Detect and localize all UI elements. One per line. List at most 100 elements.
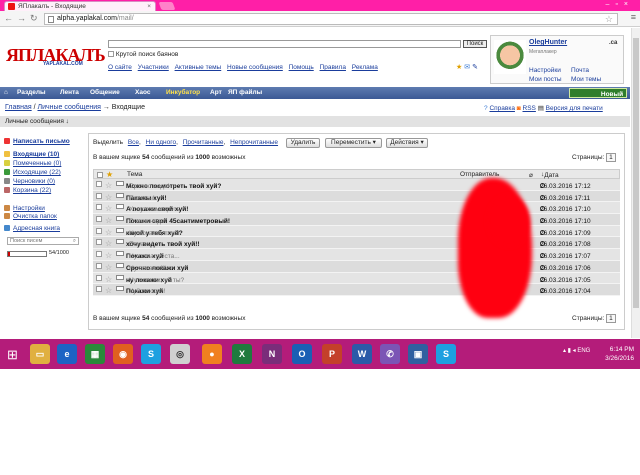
search-icon[interactable]: ⌕ [73,238,76,245]
select-none[interactable]: Ни одного [146,139,176,146]
mail-icon[interactable]: ✉ [464,64,470,71]
table-row[interactable]: ☆ ну покажи хуй Ну покажи, чо ты? 26.03.201… [93,272,620,285]
nav-chaos[interactable]: Хаос [135,89,150,96]
avatar[interactable] [494,40,526,74]
section-bar[interactable]: Личные сообщения ↓ [0,116,630,127]
row-checkbox[interactable] [96,216,102,223]
clean-folders[interactable]: Очистка папок [4,213,57,220]
link-ads[interactable]: Реклама [352,64,378,71]
star-icon[interactable]: ★ [456,64,462,71]
col-date[interactable]: ↓ Дата [541,171,559,179]
select-all-checkbox[interactable] [97,172,103,178]
row-star-icon[interactable]: ☆ [105,193,112,202]
page-number[interactable]: 1 [606,314,616,323]
menu-icon[interactable]: ≡ [631,12,636,22]
close-tab-icon[interactable]: × [147,3,151,10]
media-icon[interactable]: ● [202,344,222,364]
row-star-icon[interactable]: ☆ [105,263,112,272]
link-new[interactable]: Новые сообщения [227,64,283,71]
nav-files[interactable]: ЯП файлы [228,89,262,96]
store-icon[interactable]: ▦ [85,344,105,364]
excel-icon[interactable]: X [232,344,252,364]
scrollbar-thumb[interactable] [633,38,639,308]
word-icon[interactable]: W [352,344,372,364]
address-bar[interactable]: alpha.yaplakal.com/mail/ ☆ [44,13,618,25]
pin-icon[interactable]: ✎ [472,64,478,71]
row-star-icon[interactable]: ☆ [105,228,112,237]
row-checkbox[interactable] [96,239,102,246]
row-star-icon[interactable]: ☆ [105,251,112,260]
table-row[interactable]: ☆ Покажи хуй Хуй покажи! 26.03.2016 17:04 [93,284,620,296]
table-row[interactable]: ☆ Пакажы хуй! Пакажы! 26.03.2016 17:11 [93,190,620,203]
table-row[interactable]: ☆ Покажи свой 45сантиметровый! Очень нада!… [93,214,620,226]
table-row[interactable]: ☆ А покажи свой хуй! Хочу посмотреть 26.03.… [93,202,620,215]
row-checkbox[interactable] [96,227,102,234]
delete-button[interactable]: Удалить [286,138,320,148]
link-help[interactable]: Помощь [289,64,314,71]
row-star-icon[interactable]: ☆ [105,239,112,248]
col-subject[interactable]: Тема [127,171,142,178]
folder-trash[interactable]: Корзина (22) [4,187,51,194]
mail-settings[interactable]: Настройки [4,205,45,212]
breadcrumb-home[interactable]: Главная [5,104,32,111]
reload-icon[interactable]: ↻ [30,13,38,24]
new-post-button[interactable]: Новый пост [569,88,627,106]
user-mail-link[interactable]: Почта [571,67,589,74]
link-members[interactable]: Участники [138,64,169,71]
mail-search-input[interactable]: Поиск писем ⌕ [7,237,79,245]
row-checkbox[interactable] [96,204,102,211]
table-row[interactable]: ☆ Можно посмотреть твой хуй? Срочно нада! 2… [93,179,620,191]
folder-marked[interactable]: Помеченные (0) [4,160,61,167]
skype-icon[interactable]: S [141,344,161,364]
powerpoint-icon[interactable]: P [322,344,342,364]
search-option[interactable]: Крутой поиск баянов [108,51,178,58]
link-about[interactable]: О сайте [108,64,132,71]
search-button[interactable]: Поиск [463,40,487,48]
row-star-icon[interactable]: ☆ [105,204,112,213]
nav-incubator[interactable]: Инкубатор [166,89,200,96]
browser-tab[interactable]: ЯПлакалъ - Входящие × [4,1,156,11]
taskbar-clock[interactable]: 6:14 PM 3/26/2016 [596,345,634,363]
row-checkbox[interactable] [96,192,102,199]
user-topics-link[interactable]: Мои темы [571,76,601,83]
start-button-icon[interactable]: ⊞ [7,347,18,363]
help-link[interactable]: Справка [489,105,515,112]
print-link[interactable]: Версия для печати [546,105,603,112]
nav-art[interactable]: Арт [210,89,222,96]
row-checkbox[interactable] [96,251,102,258]
move-button[interactable]: Переместить ▾ [325,138,382,148]
user-posts-link[interactable]: Мои посты [529,76,562,83]
row-star-icon[interactable]: ☆ [105,216,112,225]
row-star-icon[interactable]: ☆ [105,275,112,284]
explorer-icon[interactable]: ▭ [30,344,50,364]
select-all[interactable]: Все [128,139,139,146]
row-star-icon[interactable]: ☆ [105,286,112,295]
folder-inbox[interactable]: Входящие (10) [4,151,59,158]
select-read[interactable]: Прочитанные [183,139,224,146]
table-row[interactable]: ☆ Срочно покажи хуй Ну покажи!!! 26.03.2016… [93,260,620,273]
firefox-icon[interactable]: ◉ [113,344,133,364]
username[interactable]: OlegHunter [529,39,567,46]
app-icon[interactable]: ▣ [408,344,428,364]
row-checkbox[interactable] [96,274,102,281]
nav-feed[interactable]: Лента [60,89,79,96]
link-active[interactable]: Активные темы [175,64,222,71]
table-row[interactable]: ☆ Покажи хуй Ну пожалуйста... 26.03.2016 17… [93,249,620,261]
row-star-icon[interactable]: ☆ [105,181,112,190]
row-checkbox[interactable] [96,262,102,269]
write-letter[interactable]: Написать письмо [4,138,70,145]
nav-talk[interactable]: Общение [90,89,120,96]
onenote-icon[interactable]: N [262,344,282,364]
chrome-icon[interactable]: ◎ [170,344,190,364]
link-rules[interactable]: Правила [320,64,346,71]
search-checkbox[interactable] [108,51,114,58]
back-icon[interactable]: ← [4,13,13,23]
forward-icon[interactable]: → [17,13,26,23]
rss-link[interactable]: RSS [523,105,536,112]
folder-drafts[interactable]: Черновики (0) [4,178,55,185]
outlook-icon[interactable]: O [292,344,312,364]
new-tab-button[interactable] [158,2,176,10]
address-book[interactable]: Адресная книга [4,225,60,232]
table-row[interactable]: ☆ хочу видеть твой хуй!! Покежь! 26.03.2016… [93,237,620,250]
skype-2-icon[interactable]: S [436,344,456,364]
